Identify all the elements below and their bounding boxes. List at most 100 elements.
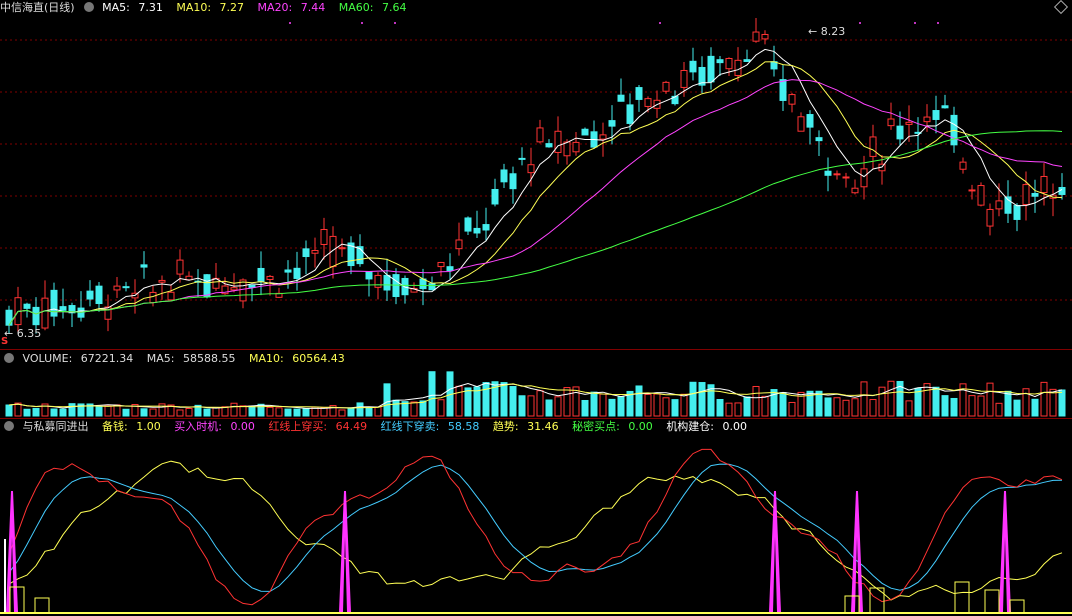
candle-body	[464, 217, 472, 232]
volume-bar	[950, 397, 958, 417]
candle-body	[320, 229, 328, 245]
ma5-line	[8, 48, 1063, 326]
candle-body	[932, 110, 940, 120]
candle-body	[50, 289, 58, 317]
signal-dot	[289, 22, 291, 24]
volume-bar	[581, 399, 589, 417]
volume-bar	[698, 382, 706, 417]
volume-bar	[347, 407, 355, 417]
volume-bar	[239, 405, 247, 417]
candle-body	[923, 116, 931, 123]
red-down-line	[8, 463, 1063, 592]
candle-body	[734, 59, 742, 76]
candle-body	[752, 31, 760, 42]
red-up-line	[8, 448, 1063, 606]
volume-bars[interactable]	[0, 350, 1072, 418]
candle-body	[527, 164, 535, 174]
volume-bar	[122, 408, 130, 417]
volume-bar	[554, 396, 562, 417]
candle-body	[311, 249, 319, 254]
signal-s-icon: S	[1, 336, 9, 347]
candle-body	[239, 279, 247, 302]
signal-dot	[937, 22, 939, 24]
volume-bar	[32, 407, 40, 417]
candle-body	[662, 81, 670, 92]
volume-bar	[869, 399, 877, 417]
candle-body	[5, 309, 13, 326]
candle-body	[95, 285, 103, 305]
candle-body	[383, 274, 391, 291]
volume-bar	[878, 386, 886, 417]
candle-body	[365, 271, 373, 280]
candle-body	[455, 239, 463, 250]
candle-body	[113, 285, 121, 291]
volume-pane[interactable]: VOLUME: 67221.34 MA5: 58588.55 MA10: 605…	[0, 350, 1072, 418]
candle-body	[536, 127, 544, 143]
candle-body	[203, 274, 211, 298]
volume-bar	[995, 402, 1003, 417]
candle-body	[680, 69, 688, 88]
candle-body	[158, 279, 166, 283]
candle-body	[860, 168, 868, 188]
candle-body	[86, 290, 94, 300]
candle-body	[581, 128, 589, 136]
volume-bar	[1013, 399, 1021, 417]
volume-bar	[113, 404, 121, 417]
beiqian-step	[984, 589, 1000, 612]
buy-timing-spike	[6, 490, 18, 613]
volume-bar	[410, 401, 418, 417]
candle-body	[302, 248, 310, 258]
volume-bar	[320, 407, 328, 417]
volume-bar	[221, 406, 229, 417]
volume-bar	[887, 380, 895, 417]
beiqian-step	[954, 581, 970, 612]
volume-bar	[761, 395, 769, 417]
candle-body	[446, 266, 454, 271]
volume-bar	[905, 400, 913, 417]
buy-timing-spike	[769, 490, 781, 613]
volume-bar	[482, 382, 490, 417]
candle-body	[176, 259, 184, 275]
candle-body	[761, 33, 769, 40]
candle-body	[1022, 184, 1030, 206]
candle-body	[563, 141, 571, 157]
candle-body	[995, 200, 1003, 210]
volume-bar	[653, 393, 661, 417]
volume-bar	[545, 399, 553, 417]
candle-body	[725, 57, 733, 70]
volume-bar	[590, 391, 598, 417]
ma60-line	[8, 130, 1063, 326]
volume-bar	[212, 407, 220, 417]
volume-bar	[716, 399, 724, 417]
candle-body	[905, 121, 913, 125]
volume-bar	[617, 396, 625, 417]
volume-bar	[392, 399, 400, 417]
volume-bar	[5, 404, 13, 417]
candle-body	[545, 143, 553, 148]
candle-body	[491, 188, 499, 205]
volume-bar	[743, 396, 751, 417]
volume-bar	[230, 402, 238, 417]
candlestick-chart[interactable]	[0, 0, 1072, 350]
volume-bar	[833, 397, 841, 417]
candle-body	[185, 275, 193, 281]
buy-timing-spike	[999, 490, 1011, 613]
indicator-pane[interactable]: 与私募同进出 备钱: 1.00 买入时机: 0.00 红线上穿买: 64.49 …	[0, 419, 1072, 616]
candle-body	[707, 55, 715, 83]
candle-body	[797, 116, 805, 132]
buy-timing-spike	[851, 490, 863, 613]
candle-body	[284, 269, 292, 273]
indicator-chart[interactable]	[0, 419, 1072, 616]
volume-bar	[59, 408, 67, 417]
volume-bar	[644, 393, 652, 417]
price-pane[interactable]: 中信海直(日线) MA5: 7.31 MA10: 7.27 MA20: 7.44…	[0, 0, 1072, 350]
candle-body	[608, 120, 616, 127]
candle-body	[419, 278, 427, 290]
volume-bar	[455, 385, 463, 417]
volume-bar	[842, 399, 850, 417]
volume-bar	[338, 409, 346, 417]
volume-bar	[824, 397, 832, 417]
candle-body	[23, 303, 31, 309]
candle-body	[941, 105, 949, 109]
candle-body	[572, 141, 580, 153]
